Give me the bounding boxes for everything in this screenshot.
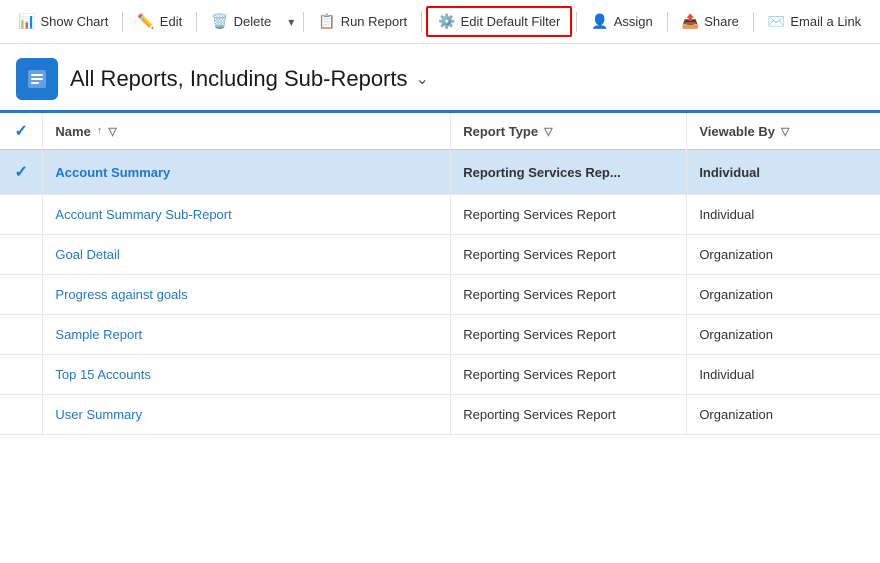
row-viewable-cell: Organization [687, 395, 880, 435]
row-type-cell: Reporting Services Report [451, 235, 687, 275]
row-viewable-cell: Organization [687, 235, 880, 275]
row-type-cell: Reporting Services Report [451, 355, 687, 395]
toolbar-divider-1 [122, 12, 123, 32]
name-column-header: Name ↑ ▽ [43, 113, 451, 150]
row-check-cell[interactable] [0, 195, 43, 235]
row-viewable-cell: Individual [687, 150, 880, 195]
table-header: ✓ Name ↑ ▽ Report Type ▽ [0, 113, 880, 150]
delete-dropdown-button[interactable]: ▾ [283, 10, 299, 34]
table-row[interactable]: User Summary Reporting Services ReportOrg… [0, 395, 880, 435]
show-chart-icon: 📊 [18, 13, 35, 30]
row-check-cell[interactable]: ✓ [0, 150, 43, 195]
page-header: All Reports, Including Sub-Reports ⌄ [0, 44, 880, 113]
row-check-cell[interactable] [0, 355, 43, 395]
edit-button[interactable]: ✏️ Edit [127, 8, 192, 35]
report-name-link[interactable]: Account Summary [55, 165, 170, 180]
row-name-cell: Goal Detail [43, 235, 451, 275]
select-all-check[interactable]: ✓ [15, 123, 28, 140]
table-row[interactable]: ✓ Account Summary Reporting Services Rep..… [0, 150, 880, 195]
row-type-cell: Reporting Services Report [451, 275, 687, 315]
edit-icon: ✏️ [137, 13, 154, 30]
row-name-cell: Sample Report [43, 315, 451, 355]
report-name-link[interactable]: Top 15 Accounts [55, 367, 150, 382]
table-row[interactable]: Account Summary Sub-Report Reporting Serv… [0, 195, 880, 235]
table-row[interactable]: Sample Report Reporting Services ReportOr… [0, 315, 880, 355]
row-name-cell: Top 15 Accounts [43, 355, 451, 395]
row-check-cell[interactable] [0, 395, 43, 435]
check-column-header: ✓ [0, 113, 43, 150]
reports-table: ✓ Name ↑ ▽ Report Type ▽ [0, 113, 880, 435]
row-viewable-cell: Organization [687, 275, 880, 315]
delete-icon: 🗑️ [211, 13, 228, 30]
report-name-link[interactable]: Goal Detail [55, 247, 119, 262]
row-viewable-cell: Individual [687, 195, 880, 235]
report-name-link[interactable]: Account Summary Sub-Report [55, 207, 231, 222]
row-name-cell: User Summary [43, 395, 451, 435]
reports-table-container: ✓ Name ↑ ▽ Report Type ▽ [0, 113, 880, 562]
toolbar-divider-4 [421, 12, 422, 32]
row-type-cell: Reporting Services Rep... [451, 150, 687, 195]
row-check-cell[interactable] [0, 275, 43, 315]
toolbar-divider-3 [303, 12, 304, 32]
row-viewable-cell: Organization [687, 315, 880, 355]
report-name-link[interactable]: User Summary [55, 407, 142, 422]
row-name-cell: Account Summary [43, 150, 451, 195]
viewable-filter-icon[interactable]: ▽ [781, 125, 789, 138]
edit-default-filter-icon: ⚙️ [438, 13, 455, 30]
assign-button[interactable]: 👤 Assign [581, 8, 662, 35]
row-check-cell[interactable] [0, 315, 43, 355]
row-check-cell[interactable] [0, 235, 43, 275]
toolbar-divider-7 [753, 12, 754, 32]
show-chart-button[interactable]: 📊 Show Chart [8, 8, 118, 35]
run-report-button[interactable]: 📋 Run Report [308, 8, 417, 35]
viewable-column-header: Viewable By ▽ [687, 113, 880, 150]
share-icon: 📤 [682, 13, 699, 30]
toolbar-divider-2 [196, 12, 197, 32]
header-icon [16, 58, 58, 100]
row-checkmark: ✓ [15, 164, 28, 181]
row-type-cell: Reporting Services Report [451, 315, 687, 355]
run-report-icon: 📋 [318, 13, 335, 30]
share-button[interactable]: 📤 Share [672, 8, 749, 35]
type-column-header: Report Type ▽ [451, 113, 687, 150]
toolbar: 📊 Show Chart ✏️ Edit 🗑️ Delete ▾ 📋 Run R… [0, 0, 880, 44]
toolbar-divider-6 [667, 12, 668, 32]
row-type-cell: Reporting Services Report [451, 395, 687, 435]
table-row[interactable]: Top 15 Accounts Reporting Services Report… [0, 355, 880, 395]
row-name-cell: Account Summary Sub-Report [43, 195, 451, 235]
report-name-link[interactable]: Progress against goals [55, 287, 187, 302]
type-filter-icon[interactable]: ▽ [544, 125, 552, 138]
name-sort-icon[interactable]: ↑ [97, 125, 103, 137]
header-title-row: All Reports, Including Sub-Reports ⌄ [70, 66, 429, 92]
row-name-cell: Progress against goals [43, 275, 451, 315]
delete-button[interactable]: 🗑️ Delete [201, 8, 281, 35]
table-row[interactable]: Goal Detail Reporting Services ReportOrga… [0, 235, 880, 275]
row-viewable-cell: Individual [687, 355, 880, 395]
table-row[interactable]: Progress against goals Reporting Services… [0, 275, 880, 315]
row-type-cell: Reporting Services Report [451, 195, 687, 235]
assign-icon: 👤 [591, 13, 608, 30]
email-link-button[interactable]: ✉️ Email a Link [758, 8, 871, 35]
page-title: All Reports, Including Sub-Reports [70, 66, 408, 92]
reports-icon [26, 68, 48, 90]
email-link-icon: ✉️ [768, 13, 785, 30]
edit-default-filter-button[interactable]: ⚙️ Edit Default Filter [426, 6, 572, 37]
toolbar-divider-5 [576, 12, 577, 32]
header-dropdown-chevron[interactable]: ⌄ [416, 69, 429, 89]
report-name-link[interactable]: Sample Report [55, 327, 142, 342]
name-filter-icon[interactable]: ▽ [108, 125, 116, 138]
table-body: ✓ Account Summary Reporting Services Rep..… [0, 150, 880, 435]
